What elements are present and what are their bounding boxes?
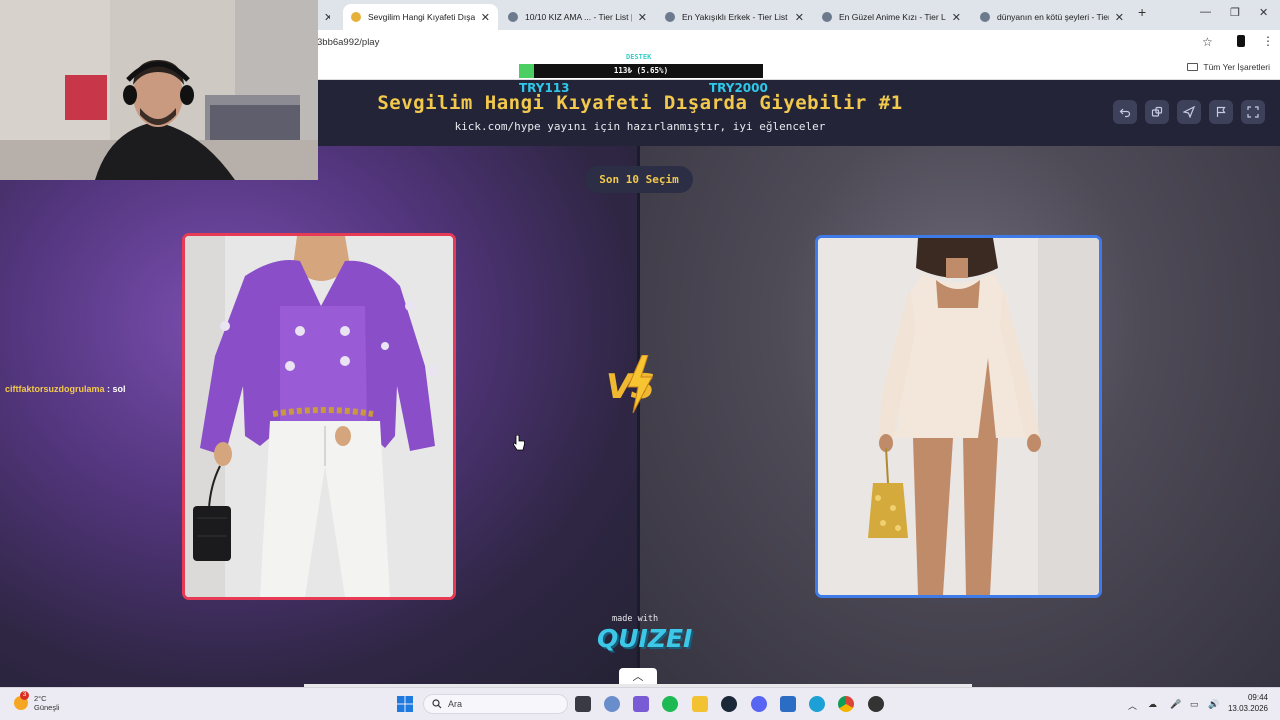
weather-desc: Güneşli [34,703,60,712]
purple-cardigan-outfit-image [185,236,453,597]
clock-date: 13.03.2026 [1227,704,1268,713]
versus-emblem: VS [606,355,672,415]
chat-message: ciftfaktorsuzdogrulama : sol [5,384,126,394]
cream-mini-dress-image [818,238,1099,595]
restore-button[interactable]: ❐ [1230,6,1240,19]
made-with-label: made with [612,614,659,624]
tab-title: En Güzel Anime Kızı - Tier List | [839,12,946,22]
extension-icon[interactable] [1237,35,1245,47]
undo-button[interactable] [1113,100,1137,124]
game-subtitle: kick.com/hype yayını için hazırlanmıştır… [454,120,826,133]
send-icon [1183,106,1195,118]
webcam-image [0,0,318,180]
app-icon-2[interactable] [868,696,884,712]
chat-username: ciftfaktorsuzdogrulama [5,384,105,394]
donation-progress-bar: 113₺ (5.65%) [519,64,763,78]
weather-widget[interactable]: 3 2°C Güneşli [14,691,60,712]
task-view-icon[interactable] [575,696,591,712]
close-tab-icon[interactable]: ✕ [1115,11,1124,24]
taskbar-search[interactable]: Ara [423,694,568,714]
tab-en-kotu-seyler[interactable]: dünyanın en kötü şeyleri - Tier ✕ [972,4,1132,30]
tab-sevgilim[interactable]: Sevgilim Hangi Kıyafeti Dışarda ✕ [343,4,498,30]
file-explorer-icon[interactable] [692,696,708,712]
tab-title: 10/10 KIZ AMA ... - Tier List | Ki [525,12,632,22]
chrome-icon[interactable] [838,696,854,712]
close-tab-icon[interactable]: ✕ [952,11,961,24]
all-bookmarks-button[interactable]: Tüm Yer İşaretleri [1187,62,1270,72]
close-previous-tab-icon[interactable]: ✕ [318,4,330,30]
store-icon[interactable] [780,696,796,712]
shuffle-button[interactable] [1145,100,1169,124]
hand-cursor-icon [512,435,525,451]
streamer-webcam [0,0,318,180]
tray-chevron-up-icon[interactable]: ︿ [1128,699,1137,712]
tab-title: Sevgilim Hangi Kıyafeti Dışarda [368,12,475,22]
sun-icon: 3 [14,691,29,710]
weather-temp: 2°C [34,694,47,703]
url-field[interactable]: 3bb6a992/play [317,37,379,48]
close-tab-icon[interactable]: ✕ [638,11,647,24]
tab-favicon-icon [351,12,361,22]
tab-favicon-icon [980,12,990,22]
all-bookmarks-label: Tüm Yer İşaretleri [1203,62,1270,72]
game-title: Sevgilim Hangi Kıyafeti Dışarda Giyebili… [377,92,903,114]
screen: ✕ Sevgilim Hangi Kıyafeti Dışarda ✕ 10/1… [0,0,1280,720]
donation-label: DESTEK [626,53,652,61]
network-icon[interactable]: ▭ [1190,699,1199,710]
share-button[interactable] [1177,100,1201,124]
tab-favicon-icon [508,12,518,22]
report-button[interactable] [1209,100,1233,124]
settings-icon[interactable] [604,696,620,712]
search-placeholder: Ara [448,699,463,709]
donation-progress-text: 113₺ (5.65%) [613,66,669,75]
spotify-icon[interactable] [662,696,678,712]
last-10-choices-button[interactable]: Son 10 Seçim [585,166,693,193]
clock-time: 09:44 [1247,693,1268,702]
app-icon[interactable] [633,696,649,712]
volume-icon[interactable]: 🔊 [1208,699,1219,710]
steam-icon[interactable] [721,696,737,712]
discord-icon[interactable] [751,696,767,712]
chat-text: : sol [104,384,126,394]
flag-icon [1216,106,1226,117]
tab-anime-kizi[interactable]: En Güzel Anime Kızı - Tier List | ✕ [814,4,969,30]
close-tab-icon[interactable]: ✕ [795,11,804,24]
close-window-button[interactable]: ✕ [1259,6,1268,19]
folder-icon [1187,63,1199,71]
search-icon [432,699,442,709]
tab-title: En Yakışıklı Erkek - Tier List | Ki [682,12,789,22]
edge-icon[interactable] [809,696,825,712]
fullscreen-icon [1247,106,1259,118]
right-option-card[interactable] [815,235,1102,598]
fullscreen-button[interactable] [1241,100,1265,124]
tab-kiz-ama[interactable]: 10/10 KIZ AMA ... - Tier List | Ki ✕ [500,4,655,30]
windows-start-icon[interactable] [397,696,413,712]
browser-menu-icon[interactable]: ⋮ [1262,34,1274,48]
close-tab-icon[interactable]: ✕ [481,11,490,24]
minimize-button[interactable]: — [1200,6,1211,18]
lightning-bolt-icon [627,355,653,413]
quizei-logo[interactable]: QUIZEI [597,624,692,653]
tab-title: dünyanın en kötü şeyleri - Tier [997,12,1109,22]
left-option-card[interactable] [182,233,456,600]
microphone-icon[interactable]: 🎤 [1170,699,1181,710]
dice-icon [1151,106,1163,117]
undo-icon [1119,108,1131,118]
tab-favicon-icon [822,12,832,22]
cloud-icon[interactable]: ☁ [1148,699,1157,710]
bookmark-star-icon[interactable]: ☆ [1202,35,1213,49]
notification-badge: 3 [20,691,29,700]
taskbar-clock[interactable]: 09:44 13.03.2026 [1226,692,1268,714]
new-tab-button[interactable]: + [1138,4,1146,20]
tab-yakisikli-erkek[interactable]: En Yakışıklı Erkek - Tier List | Ki ✕ [657,4,812,30]
tab-favicon-icon [665,12,675,22]
